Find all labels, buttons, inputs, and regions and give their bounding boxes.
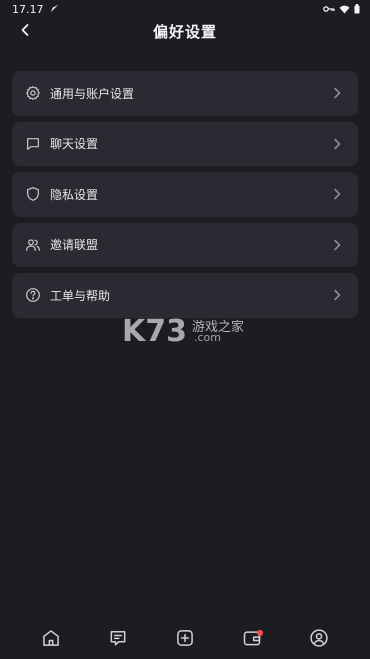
users-icon: [24, 236, 42, 254]
screen: 17.17 偏好设置 通用与账户设置 聊天设置 隐私设置 邀请联盟 工单与帮助 …: [0, 0, 370, 659]
home-icon: [41, 628, 61, 652]
profile-icon: [309, 628, 329, 652]
gear-icon: [24, 84, 42, 102]
settings-item-label: 聊天设置: [50, 137, 99, 152]
chevron-right-icon: [330, 288, 344, 302]
wifi-icon: [339, 5, 350, 14]
page-title: 偏好设置: [152, 22, 217, 41]
nav-wallet[interactable]: [237, 625, 267, 655]
notification-badge: [256, 629, 263, 636]
chevron-right-icon: [330, 238, 344, 252]
settings-item-label: 邀请联盟: [50, 238, 99, 253]
message-icon: [108, 628, 128, 652]
nav-add[interactable]: [170, 625, 200, 655]
back-button[interactable]: [14, 20, 36, 42]
chevron-right-icon: [330, 137, 344, 151]
add-icon: [175, 628, 195, 652]
settings-list: 通用与账户设置 聊天设置 隐私设置 邀请联盟 工单与帮助: [12, 71, 358, 318]
settings-item-label: 通用与账户设置: [50, 86, 135, 101]
shield-icon: [24, 185, 42, 203]
status-right: [323, 4, 360, 14]
location-arrow-icon: [50, 3, 59, 16]
settings-item-label: 工单与帮助: [50, 288, 111, 303]
watermark-logo: K73: [122, 314, 187, 349]
settings-item-chat[interactable]: 聊天设置: [12, 121, 358, 166]
chevron-right-icon: [330, 86, 344, 100]
watermark: K73 游戏之家 .com: [122, 311, 252, 349]
settings-item-general-account[interactable]: 通用与账户设置: [12, 71, 358, 116]
chat-bubble-icon: [24, 135, 42, 153]
nav-home[interactable]: [36, 625, 66, 655]
status-bar: 17.17: [0, 0, 370, 18]
header: 偏好设置: [0, 18, 370, 44]
chevron-right-icon: [330, 187, 344, 201]
nav-profile[interactable]: [304, 625, 334, 655]
nav-messages[interactable]: [103, 625, 133, 655]
watermark-brand: K73: [122, 314, 187, 347]
settings-item-invite-alliance[interactable]: 邀请联盟: [12, 222, 358, 267]
battery-icon: [354, 4, 360, 14]
settings-item-privacy[interactable]: 隐私设置: [12, 172, 358, 217]
key-icon: [323, 5, 335, 13]
chevron-left-icon: [19, 22, 31, 41]
status-left: 17.17: [12, 3, 59, 16]
status-time: 17.17: [12, 2, 44, 16]
help-circle-icon: [24, 286, 42, 304]
watermark-domain: .com: [194, 331, 221, 344]
bottom-nav: [0, 620, 370, 659]
settings-item-label: 隐私设置: [50, 187, 99, 202]
